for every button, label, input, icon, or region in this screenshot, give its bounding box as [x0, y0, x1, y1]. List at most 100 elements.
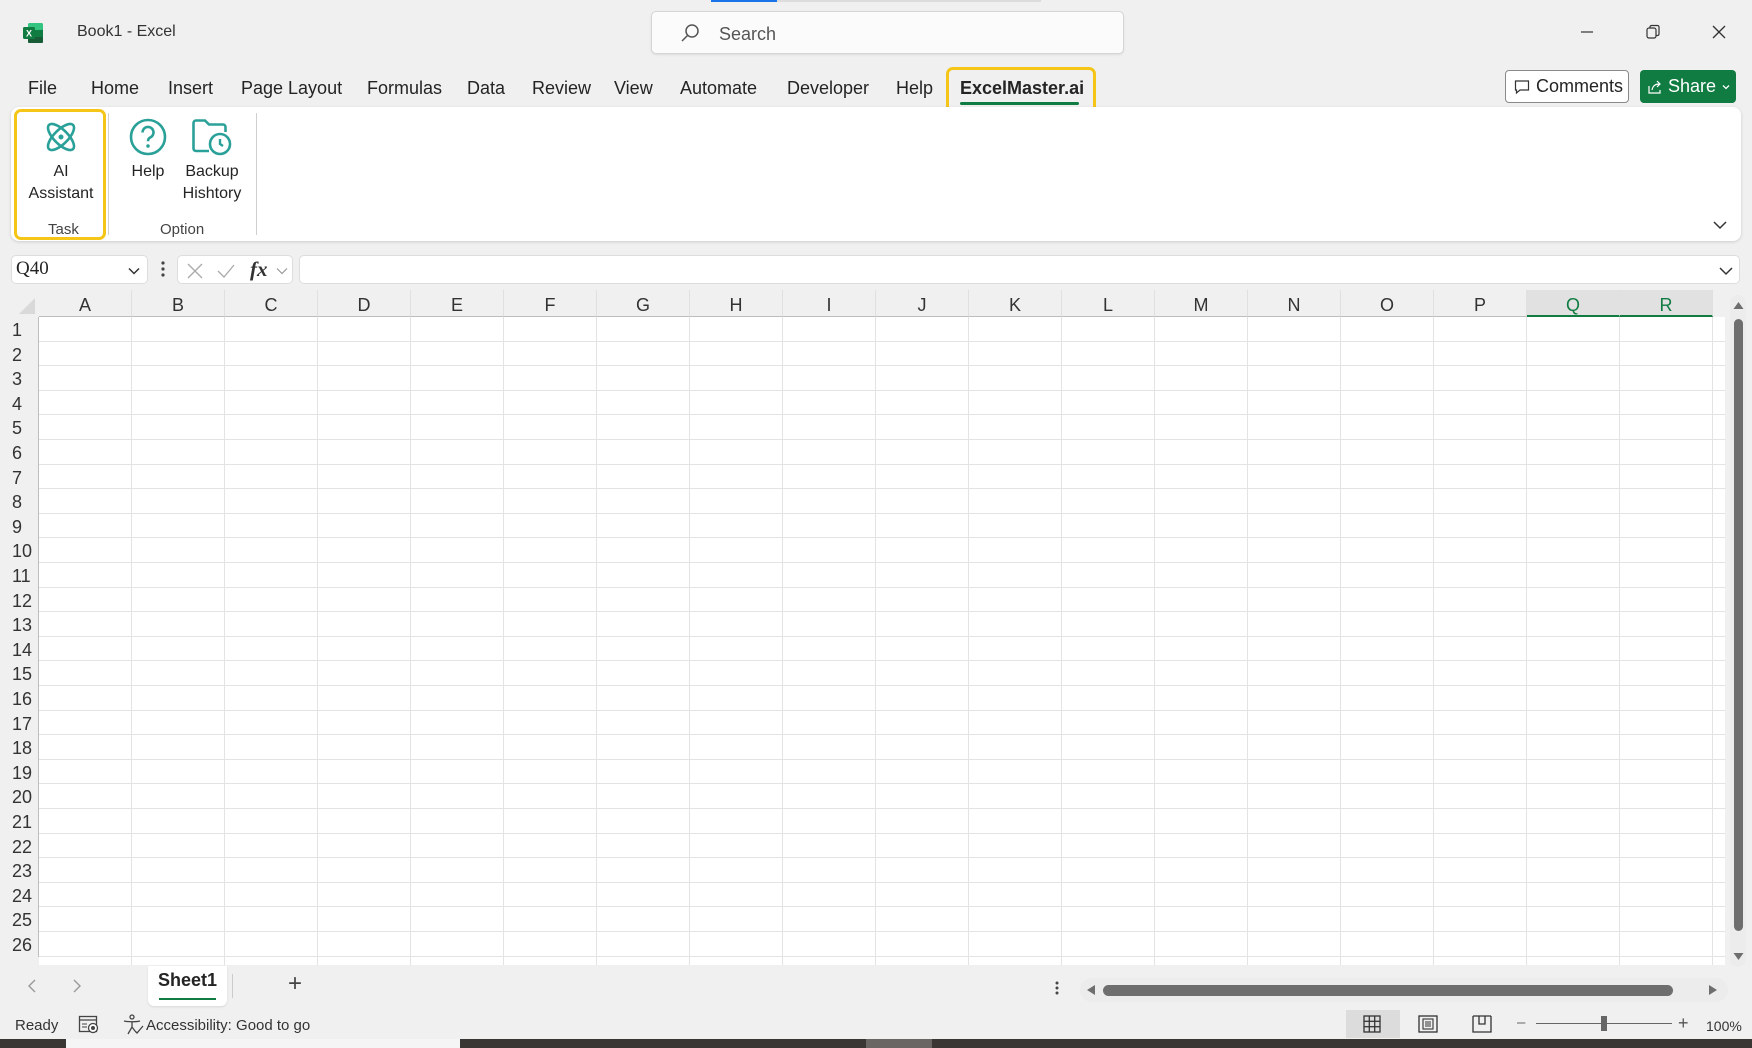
vertical-scroll-thumb[interactable] — [1734, 319, 1743, 931]
tab-data[interactable]: Data — [467, 78, 505, 99]
tab-insert[interactable]: Insert — [168, 78, 213, 99]
tab-home[interactable]: Home — [91, 78, 139, 99]
row-header-15[interactable]: 15 — [0, 661, 39, 686]
column-header-f[interactable]: F — [504, 290, 597, 317]
row-header-19[interactable]: 19 — [0, 759, 39, 785]
column-header-i[interactable]: I — [783, 290, 876, 317]
insert-function-button[interactable]: fx — [250, 257, 268, 282]
more-vertical-icon[interactable] — [160, 259, 166, 279]
tab-formulas[interactable]: Formulas — [367, 78, 442, 99]
scroll-up-icon[interactable] — [1733, 301, 1744, 310]
row-header-13[interactable]: 13 — [0, 612, 39, 637]
column-header-p[interactable]: P — [1434, 290, 1527, 317]
tab-file[interactable]: File — [28, 78, 57, 99]
column-header-a[interactable]: A — [39, 290, 132, 317]
scroll-down-icon[interactable] — [1733, 952, 1744, 961]
help-button[interactable]: Help — [124, 117, 172, 183]
tab-page-layout[interactable]: Page Layout — [241, 78, 342, 99]
backup-history-button[interactable]: Backup Hishtory — [178, 117, 246, 205]
row-header-25[interactable]: 25 — [0, 907, 39, 932]
page-break-view-icon[interactable] — [1472, 1015, 1492, 1033]
column-header-d[interactable]: D — [318, 290, 411, 317]
enter-check-icon[interactable] — [216, 262, 236, 280]
taskbar-item[interactable] — [866, 1039, 932, 1048]
minimize-button[interactable] — [1571, 16, 1603, 48]
row-header-8[interactable]: 8 — [0, 489, 39, 514]
accessibility-status[interactable]: Accessibility: Good to go — [146, 1017, 310, 1034]
prev-sheet-icon[interactable] — [26, 978, 38, 994]
column-header-q[interactable]: Q — [1527, 290, 1620, 317]
formula-input[interactable] — [299, 255, 1740, 284]
close-button[interactable] — [1703, 16, 1735, 48]
normal-view-button[interactable] — [1346, 1010, 1400, 1038]
tab-review[interactable]: Review — [532, 78, 591, 99]
row-header-11[interactable]: 11 — [0, 563, 39, 588]
cancel-icon[interactable] — [186, 262, 204, 280]
row-header-16[interactable]: 16 — [0, 686, 39, 711]
ribbon-collapse-icon[interactable] — [1710, 215, 1730, 235]
chevron-down-icon[interactable] — [127, 264, 141, 278]
zoom-slider-thumb[interactable] — [1601, 1016, 1607, 1031]
page-layout-view-icon[interactable] — [1418, 1015, 1438, 1033]
tab-developer[interactable]: Developer — [787, 78, 869, 99]
row-header-17[interactable]: 17 — [0, 710, 39, 736]
row-header-22[interactable]: 22 — [0, 833, 39, 859]
row-header-1[interactable]: 1 — [0, 317, 39, 342]
ai-assistant-button[interactable]: AI Assistant — [22, 117, 100, 205]
column-header-n[interactable]: N — [1248, 290, 1341, 317]
zoom-out-button[interactable]: – — [1517, 1014, 1525, 1031]
horizontal-scrollbar[interactable] — [1080, 978, 1728, 1002]
column-header-h[interactable]: H — [690, 290, 783, 317]
horizontal-scroll-thumb[interactable] — [1103, 985, 1673, 996]
tab-help[interactable]: Help — [896, 78, 933, 99]
row-header-23[interactable]: 23 — [0, 858, 39, 883]
row-header-5[interactable]: 5 — [0, 415, 39, 440]
column-header-r[interactable]: R — [1620, 290, 1713, 317]
select-all-corner[interactable] — [0, 290, 39, 317]
row-header-3[interactable]: 3 — [0, 366, 39, 391]
column-header-o[interactable]: O — [1341, 290, 1434, 317]
column-header-c[interactable]: C — [225, 290, 318, 317]
column-header-g[interactable]: G — [597, 290, 690, 317]
zoom-level[interactable]: 100% — [1706, 1018, 1742, 1034]
row-header-10[interactable]: 10 — [0, 538, 39, 563]
chevron-down-icon[interactable] — [276, 266, 288, 276]
cell-area[interactable] — [39, 317, 1725, 965]
row-header-21[interactable]: 21 — [0, 809, 39, 834]
next-sheet-icon[interactable] — [71, 978, 83, 994]
add-sheet-button[interactable]: + — [288, 970, 302, 998]
row-header-4[interactable]: 4 — [0, 390, 39, 416]
row-header-2[interactable]: 2 — [0, 341, 39, 367]
column-header-m[interactable]: M — [1155, 290, 1248, 317]
share-button[interactable]: Share — [1640, 70, 1736, 103]
restore-button[interactable] — [1637, 16, 1669, 48]
tab-automate[interactable]: Automate — [680, 78, 757, 99]
accessibility-icon[interactable] — [122, 1014, 144, 1036]
row-header-18[interactable]: 18 — [0, 735, 39, 760]
zoom-in-button[interactable]: + — [1678, 1013, 1689, 1034]
expand-formula-icon[interactable] — [1718, 264, 1734, 278]
more-vertical-icon[interactable] — [1054, 980, 1060, 996]
row-header-9[interactable]: 9 — [0, 513, 39, 539]
comments-button[interactable]: Comments — [1505, 70, 1629, 103]
tab-view[interactable]: View — [614, 78, 653, 99]
row-header-12[interactable]: 12 — [0, 587, 39, 613]
column-header-l[interactable]: L — [1062, 290, 1155, 317]
row-header-20[interactable]: 20 — [0, 784, 39, 809]
column-header-j[interactable]: J — [876, 290, 969, 317]
scroll-left-icon[interactable] — [1086, 984, 1096, 996]
row-header-24[interactable]: 24 — [0, 882, 39, 908]
row-header-7[interactable]: 7 — [0, 464, 39, 490]
row-header-14[interactable]: 14 — [0, 636, 39, 662]
vertical-scrollbar[interactable] — [1730, 295, 1746, 967]
name-box[interactable]: Q40 — [11, 255, 148, 284]
column-header-k[interactable]: K — [969, 290, 1062, 317]
search-input[interactable]: Search — [651, 11, 1124, 54]
scroll-right-icon[interactable] — [1708, 984, 1718, 996]
row-header-26[interactable]: 26 — [0, 932, 39, 957]
sheet-tab-sheet1[interactable]: Sheet1 — [148, 966, 227, 1006]
row-header-6[interactable]: 6 — [0, 440, 39, 465]
column-header-b[interactable]: B — [132, 290, 225, 317]
macro-recording-icon[interactable] — [78, 1015, 100, 1035]
column-header-e[interactable]: E — [411, 290, 504, 317]
